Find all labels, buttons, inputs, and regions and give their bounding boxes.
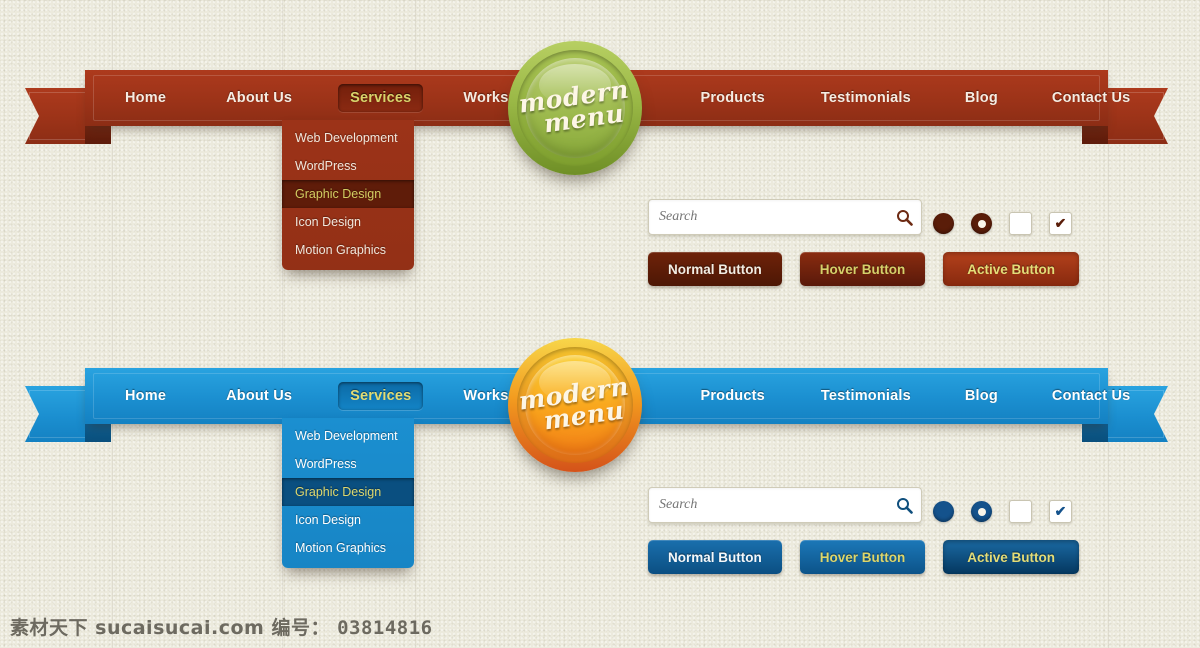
radio-unselected[interactable] [971, 501, 992, 522]
radio-unselected[interactable] [971, 213, 992, 234]
nav-item-home[interactable]: Home [113, 84, 178, 112]
nav-item-products[interactable]: Products [688, 84, 776, 112]
normal-button[interactable]: Normal Button [648, 540, 782, 574]
active-button[interactable]: Active Button [943, 540, 1079, 574]
nav-item-contact-us[interactable]: Contact Us [1040, 84, 1143, 112]
dropdown-item-icon-design[interactable]: Icon Design [282, 506, 414, 534]
active-button[interactable]: Active Button [943, 252, 1079, 286]
dropdown-item-wordpress[interactable]: WordPress [282, 152, 414, 180]
badge-face: modern menu [516, 58, 630, 158]
dropdown-item-web-development[interactable]: Web Development [282, 422, 414, 450]
watermark-site-cn: 素材天下 [10, 617, 89, 639]
badge-modern-menu-orange[interactable]: modern menu [508, 338, 642, 472]
badge-face: modern menu [516, 355, 630, 455]
button-row-blue: Normal Button Hover Button Active Button [648, 540, 1079, 574]
dropdown-item-motion-graphics[interactable]: Motion Graphics [282, 534, 414, 562]
nav-item-services[interactable]: Services [338, 84, 424, 112]
nav-item-home[interactable]: Home [113, 382, 178, 410]
normal-button[interactable]: Normal Button [648, 252, 782, 286]
radio-selected[interactable] [933, 213, 954, 234]
search-icon[interactable] [887, 209, 921, 226]
design-stage: Home About Us Services Works Products Te… [0, 0, 1200, 648]
ribbon-fold-left [85, 424, 111, 442]
hover-button[interactable]: Hover Button [799, 540, 926, 574]
dropdown-item-motion-graphics[interactable]: Motion Graphics [282, 236, 414, 264]
dropdown-item-web-development[interactable]: Web Development [282, 124, 414, 152]
watermark-site-url: sucaisucai.com [95, 617, 265, 639]
nav-item-testimonials[interactable]: Testimonials [809, 84, 923, 112]
badge-modern-menu-green[interactable]: modern menu [508, 41, 642, 175]
nav-item-about-us[interactable]: About Us [214, 84, 304, 112]
nav-item-products[interactable]: Products [688, 382, 776, 410]
dropdown-item-icon-design[interactable]: Icon Design [282, 208, 414, 236]
checkbox-checked[interactable]: ✔ [1049, 500, 1072, 523]
control-group-blue: ✔ [933, 500, 1072, 523]
dropdown-item-wordpress[interactable]: WordPress [282, 450, 414, 478]
badge-text: modern menu [516, 75, 633, 139]
nav-item-contact-us[interactable]: Contact Us [1040, 382, 1143, 410]
dropdown-item-graphic-design[interactable]: Graphic Design [282, 180, 414, 208]
watermark: 素材天下 sucaisucai.com 编号： 03814816 [10, 613, 433, 640]
search-icon[interactable] [887, 497, 921, 514]
control-group-red: ✔ [933, 212, 1072, 235]
dropdown-services-red: Web Development WordPress Graphic Design… [282, 120, 414, 270]
search-box-red[interactable] [648, 199, 922, 235]
nav-item-testimonials[interactable]: Testimonials [809, 382, 923, 410]
dropdown-services-blue: Web Development WordPress Graphic Design… [282, 418, 414, 568]
checkbox-unchecked[interactable] [1009, 212, 1032, 235]
search-box-blue[interactable] [648, 487, 922, 523]
dropdown-item-graphic-design[interactable]: Graphic Design [282, 478, 414, 506]
checkbox-checked[interactable]: ✔ [1049, 212, 1072, 235]
nav-item-services[interactable]: Services [338, 382, 424, 410]
ribbon-fold-right [1082, 126, 1108, 144]
nav-item-blog[interactable]: Blog [953, 84, 1010, 112]
search-input[interactable] [649, 209, 887, 225]
badge-text: modern menu [516, 372, 633, 436]
watermark-code-value: 03814816 [337, 617, 433, 639]
button-row-red: Normal Button Hover Button Active Button [648, 252, 1079, 286]
checkbox-unchecked[interactable] [1009, 500, 1032, 523]
nav-item-blog[interactable]: Blog [953, 382, 1010, 410]
nav-item-about-us[interactable]: About Us [214, 382, 304, 410]
search-input[interactable] [649, 497, 887, 513]
hover-button[interactable]: Hover Button [799, 252, 926, 286]
watermark-code-label: 编号： [271, 617, 330, 639]
radio-selected[interactable] [933, 501, 954, 522]
ribbon-fold-left [85, 126, 111, 144]
ribbon-fold-right [1082, 424, 1108, 442]
